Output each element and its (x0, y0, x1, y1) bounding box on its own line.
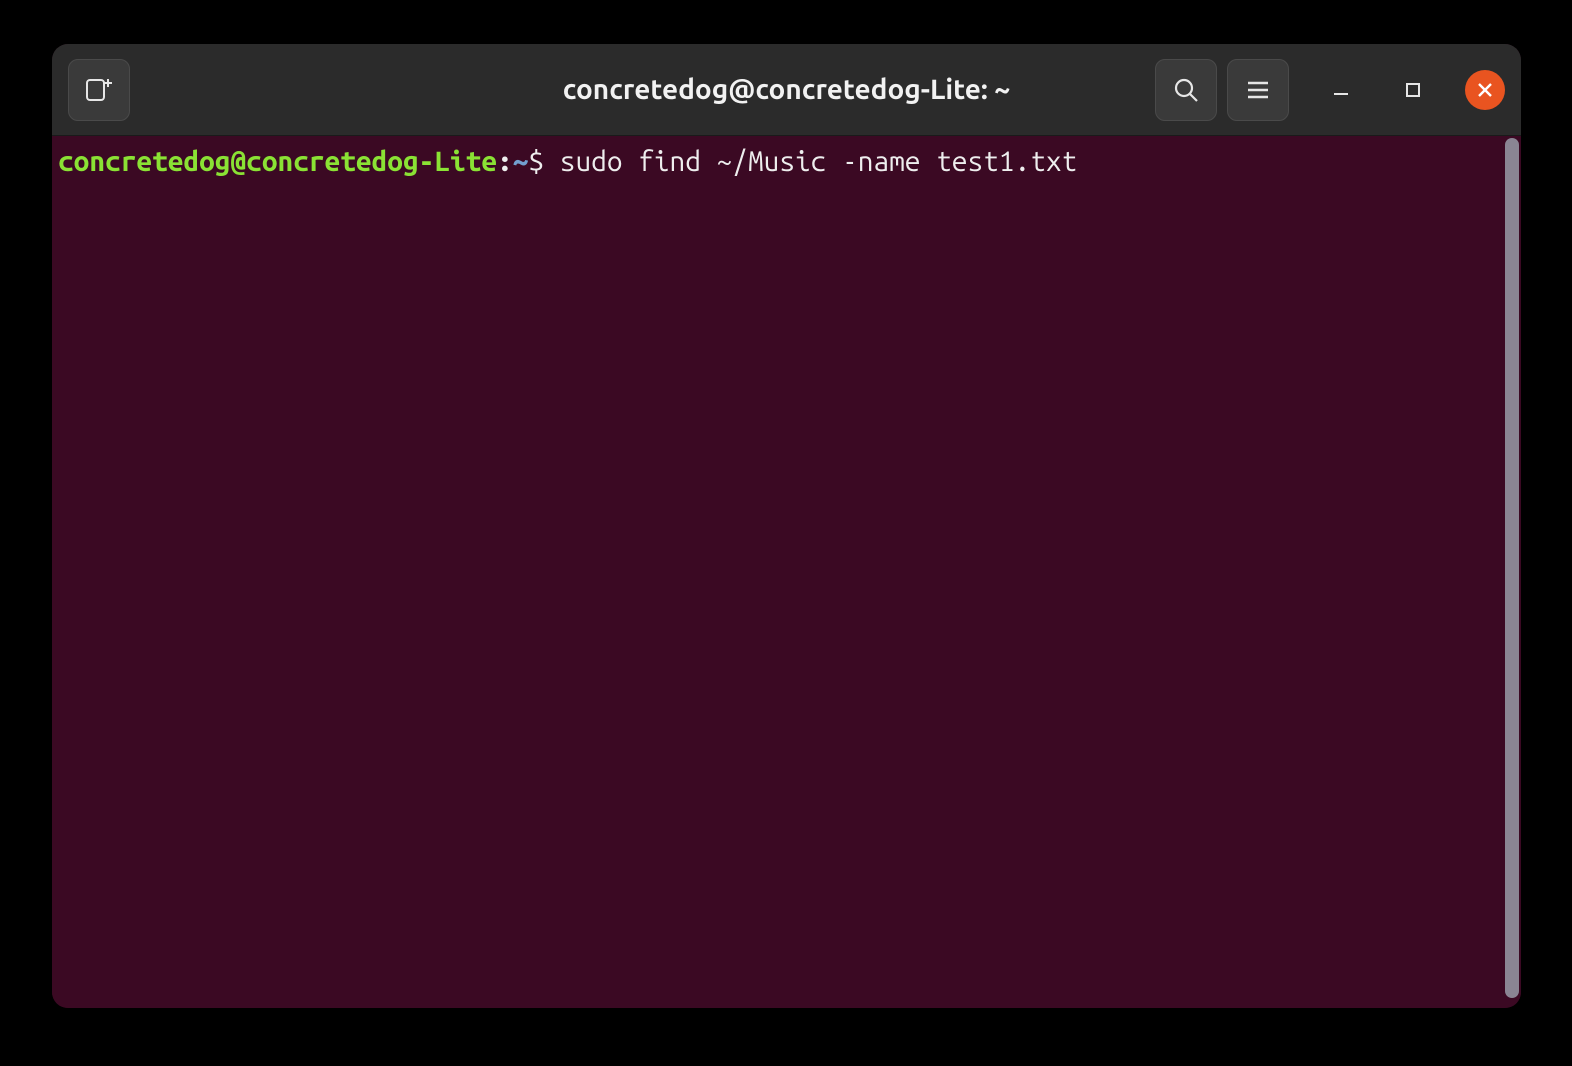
menu-button[interactable] (1227, 59, 1289, 121)
terminal-window: concretedog@concretedog-Lite: ~ (52, 44, 1521, 1008)
hamburger-icon (1245, 77, 1271, 103)
prompt-symbol: $ (528, 146, 559, 177)
titlebar-right-group (1155, 59, 1505, 121)
prompt-separator: : (497, 146, 513, 177)
titlebar: concretedog@concretedog-Lite: ~ (52, 44, 1521, 136)
new-tab-icon (84, 75, 114, 105)
minimize-icon (1332, 81, 1350, 99)
prompt-user-host: concretedog@concretedog-Lite (58, 146, 497, 177)
minimize-button[interactable] (1321, 70, 1361, 110)
search-icon (1172, 76, 1200, 104)
new-tab-button[interactable] (68, 59, 130, 121)
search-button[interactable] (1155, 59, 1217, 121)
command-text: sudo find ~/Music -name test1.txt (560, 146, 1077, 177)
terminal-line: concretedog@concretedog-Lite:~$ sudo fin… (58, 144, 1515, 180)
maximize-button[interactable] (1393, 70, 1433, 110)
close-icon (1477, 82, 1493, 98)
close-button[interactable] (1465, 70, 1505, 110)
maximize-icon (1405, 82, 1421, 98)
prompt-path: ~ (513, 146, 529, 177)
terminal-area[interactable]: concretedog@concretedog-Lite:~$ sudo fin… (52, 136, 1521, 1008)
scrollbar[interactable] (1505, 138, 1519, 998)
